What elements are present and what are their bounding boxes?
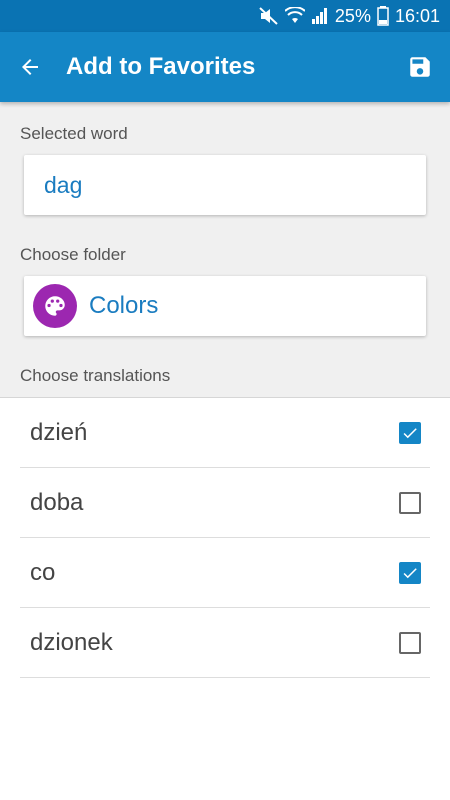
back-button[interactable] [0,32,60,102]
form-section: Selected word dag Choose folder Colors C… [0,102,450,398]
translation-row[interactable]: co [20,538,430,608]
status-bar: 25% 16:01 [0,0,450,32]
checkbox-unchecked[interactable] [399,491,421,514]
save-button[interactable] [390,32,450,102]
translations-list: dzień doba co dzionek [20,398,430,678]
save-icon [410,57,430,77]
palette-icon [33,284,77,328]
translation-row[interactable]: dzień [20,398,430,468]
battery-icon [377,6,389,26]
check-icon [403,427,417,438]
translation-row[interactable]: dzionek [20,608,430,678]
selected-word-value: dag [44,171,83,198]
mute-icon [259,7,279,25]
wifi-icon [284,7,305,25]
clock: 16:01 [394,5,440,26]
app-bar: Add to Favorites [0,32,450,102]
checkbox-unchecked[interactable] [399,631,421,654]
translation-row[interactable]: doba [20,468,430,538]
checkbox-checked[interactable] [399,421,421,444]
signal-icon [311,7,329,25]
translation-label: dzień [30,418,88,446]
selected-word-label: Selected word [20,124,128,143]
selected-word-card[interactable]: dag [24,155,426,215]
choose-folder-label: Choose folder [20,245,126,264]
translation-label: co [30,558,56,586]
battery-percent: 25% [334,5,371,26]
folder-name: Colors [89,292,159,319]
choose-translations-label: Choose translations [20,366,171,385]
page-title: Add to Favorites [66,53,256,80]
checkbox-checked[interactable] [399,561,421,584]
translation-label: doba [30,488,84,516]
folder-selector[interactable]: Colors [24,276,426,336]
check-icon [403,567,417,578]
translation-label: dzionek [30,628,113,656]
arrow-back-icon [22,59,38,75]
